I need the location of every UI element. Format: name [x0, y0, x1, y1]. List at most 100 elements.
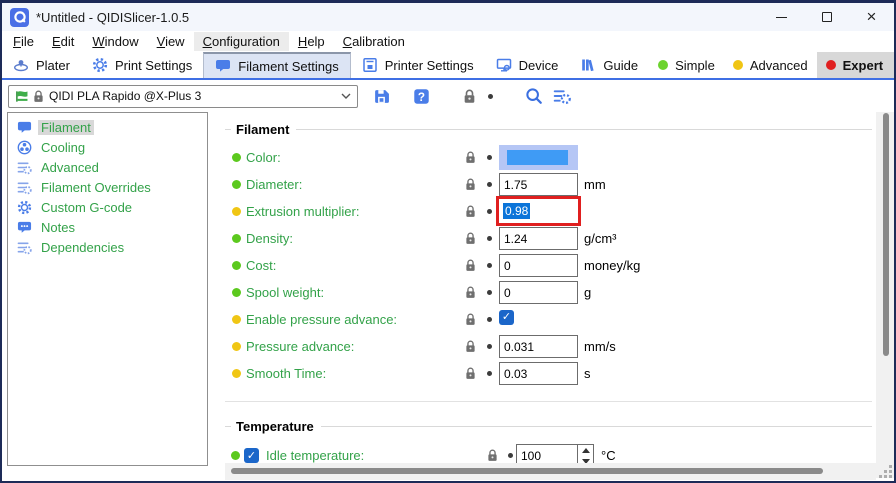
device-icon [496, 57, 512, 73]
filament-icon [16, 119, 32, 135]
color-swatch-button[interactable] [499, 145, 578, 170]
lock-icon[interactable] [465, 178, 476, 191]
lock-icon[interactable] [465, 340, 476, 353]
minimize-button[interactable] [759, 3, 804, 31]
spool-weight-input[interactable] [499, 281, 578, 304]
field-row-spool-weight: Spool weight: g [225, 279, 876, 306]
resize-grip[interactable] [878, 464, 894, 480]
sidebar-item-custom-gcode[interactable]: Custom G-code [8, 197, 207, 217]
maximize-icon [822, 12, 832, 22]
sliders-gear-icon [16, 239, 32, 255]
lock-icon[interactable] [465, 205, 476, 218]
bullet-icon [487, 209, 492, 214]
field-row-smooth-time: Smooth Time: s [225, 360, 876, 387]
smooth-time-input[interactable] [499, 362, 578, 385]
tab-filament-settings[interactable]: Filament Settings [203, 52, 350, 78]
plater-icon [13, 57, 29, 73]
settings-category-list: Filament Cooling Advanced Filament Overr… [7, 112, 208, 466]
green-dot-icon [232, 153, 241, 162]
lock-icon[interactable] [465, 259, 476, 272]
tab-printer-settings[interactable]: Printer Settings [351, 52, 485, 78]
close-icon: × [867, 7, 877, 27]
menu-help[interactable]: Help [289, 32, 334, 51]
green-dot-icon [231, 451, 240, 460]
horizontal-scrollbar[interactable] [225, 463, 876, 480]
bullet-icon [487, 263, 492, 268]
help-button[interactable] [410, 85, 432, 107]
guide-icon [580, 57, 596, 73]
section-header-filament: Filament [225, 122, 872, 137]
sidebar-item-filament-overrides[interactable]: Filament Overrides [8, 177, 207, 197]
extrusion-multiplier-input[interactable]: 0.98 [496, 196, 581, 226]
menu-view[interactable]: View [148, 32, 194, 51]
horizontal-scrollbar-thumb[interactable] [231, 468, 823, 474]
bullet-icon [487, 371, 492, 376]
save-preset-button[interactable] [370, 85, 392, 107]
menu-edit[interactable]: Edit [43, 32, 83, 51]
expert-dot-icon [826, 60, 836, 70]
selected-text: 0.98 [503, 203, 530, 219]
vertical-scrollbar[interactable] [876, 112, 894, 478]
yellow-dot-icon [232, 315, 241, 324]
window-title: *Untitled - QIDISlicer-1.0.5 [36, 10, 189, 25]
mode-advanced-button[interactable]: Advanced [724, 52, 817, 78]
menu-window[interactable]: Window [83, 32, 147, 51]
bullet-icon [487, 290, 492, 295]
yellow-dot-icon [232, 207, 241, 216]
section-divider [225, 401, 872, 402]
menu-bar: File Edit Window View Configuration Help… [2, 31, 894, 52]
section-title: Temperature [236, 419, 314, 434]
lock-icon[interactable] [465, 286, 476, 299]
density-input[interactable] [499, 227, 578, 250]
sliders-gear-icon [16, 179, 32, 195]
pressure-advance-input[interactable] [499, 335, 578, 358]
sidebar-item-dependencies[interactable]: Dependencies [8, 237, 207, 257]
tab-plater[interactable]: Plater [2, 52, 81, 78]
sidebar-item-advanced[interactable]: Advanced [8, 157, 207, 177]
tab-bar: Plater Print Settings Filament Settings … [2, 52, 894, 78]
idle-temperature-checkbox[interactable]: ✓ [244, 448, 259, 463]
cost-input[interactable] [499, 254, 578, 277]
sidebar-item-notes[interactable]: Notes [8, 217, 207, 237]
notes-icon [16, 219, 32, 235]
bullet-icon [488, 94, 493, 99]
preset-toolbar: QIDI PLA Rapido @X-Plus 3 [2, 80, 894, 112]
green-dot-icon [232, 261, 241, 270]
enable-pressure-advance-checkbox[interactable]: ✓ [499, 310, 514, 325]
filament-preset-icon [15, 89, 30, 104]
tab-guide[interactable]: Guide [569, 52, 649, 78]
settings-panel: Filament Color: Diameter: mm Extrusion m… [225, 112, 876, 470]
lock-icon[interactable] [465, 313, 476, 326]
filament-icon [215, 58, 231, 74]
lock-icon[interactable] [458, 85, 480, 107]
menu-calibration[interactable]: Calibration [334, 32, 414, 51]
filament-preset-dropdown[interactable]: QIDI PLA Rapido @X-Plus 3 [8, 85, 358, 108]
search-settings-button[interactable] [551, 85, 573, 107]
lock-icon[interactable] [465, 232, 476, 245]
mode-expert-button[interactable]: Expert [817, 52, 896, 78]
diameter-input[interactable] [499, 173, 578, 196]
bullet-icon [508, 453, 513, 458]
lock-icon[interactable] [487, 449, 498, 462]
menu-file[interactable]: File [4, 32, 43, 51]
maximize-button[interactable] [804, 3, 849, 31]
bullet-icon [487, 182, 492, 187]
lock-icon[interactable] [465, 367, 476, 380]
lock-icon[interactable] [465, 151, 476, 164]
lock-icon [33, 90, 44, 103]
search-button[interactable] [523, 85, 545, 107]
menu-configuration[interactable]: Configuration [194, 32, 289, 51]
sidebar-item-filament[interactable]: Filament [8, 117, 207, 137]
sidebar-item-cooling[interactable]: Cooling [8, 137, 207, 157]
vertical-scrollbar-thumb[interactable] [883, 113, 889, 356]
tab-print-settings[interactable]: Print Settings [81, 52, 203, 78]
tab-device[interactable]: Device [485, 52, 570, 78]
green-dot-icon [232, 180, 241, 189]
close-button[interactable]: × [849, 3, 894, 31]
mode-simple-button[interactable]: Simple [649, 52, 724, 78]
advanced-dot-icon [733, 60, 743, 70]
sliders-gear-icon [16, 159, 32, 175]
bullet-icon [487, 236, 492, 241]
field-row-extrusion-multiplier: Extrusion multiplier: 0.98 [225, 198, 876, 225]
spinner-up-icon[interactable] [578, 445, 593, 456]
